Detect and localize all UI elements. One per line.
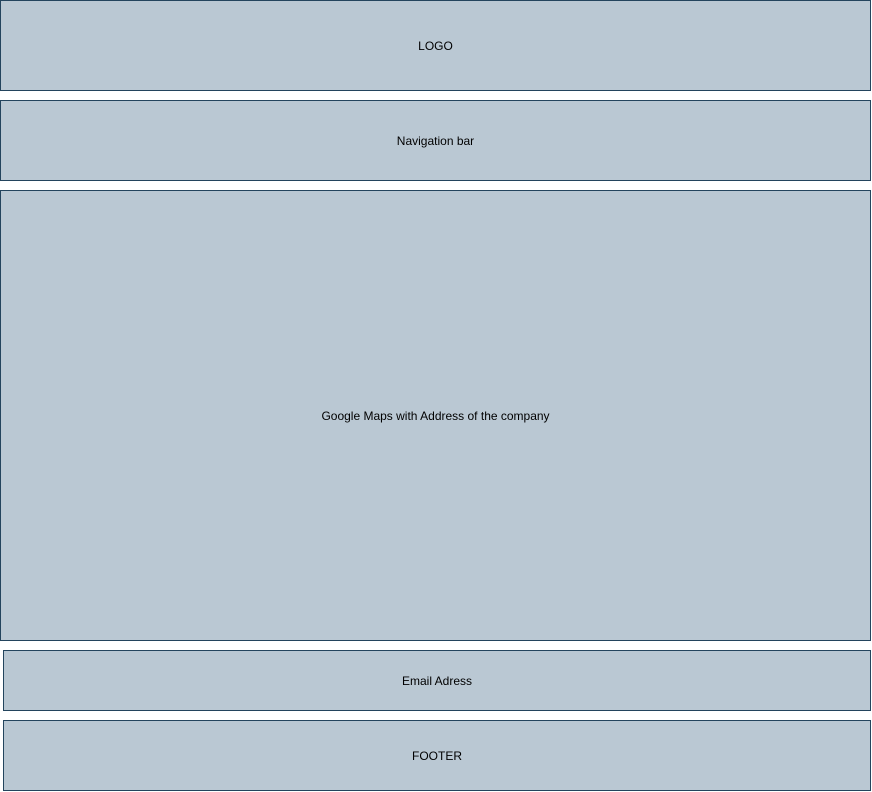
map-placeholder: Google Maps with Address of the company (0, 190, 871, 641)
footer-placeholder: FOOTER (3, 720, 871, 791)
navigation-bar-placeholder: Navigation bar (0, 100, 871, 181)
email-address-label: Email Adress (401, 673, 473, 688)
logo-placeholder: LOGO (0, 0, 871, 91)
logo-label: LOGO (418, 38, 453, 53)
footer-label: FOOTER (412, 748, 462, 763)
map-label: Google Maps with Address of the company (321, 408, 550, 423)
navigation-bar-label: Navigation bar (396, 133, 475, 148)
email-address-placeholder: Email Adress (3, 650, 871, 711)
